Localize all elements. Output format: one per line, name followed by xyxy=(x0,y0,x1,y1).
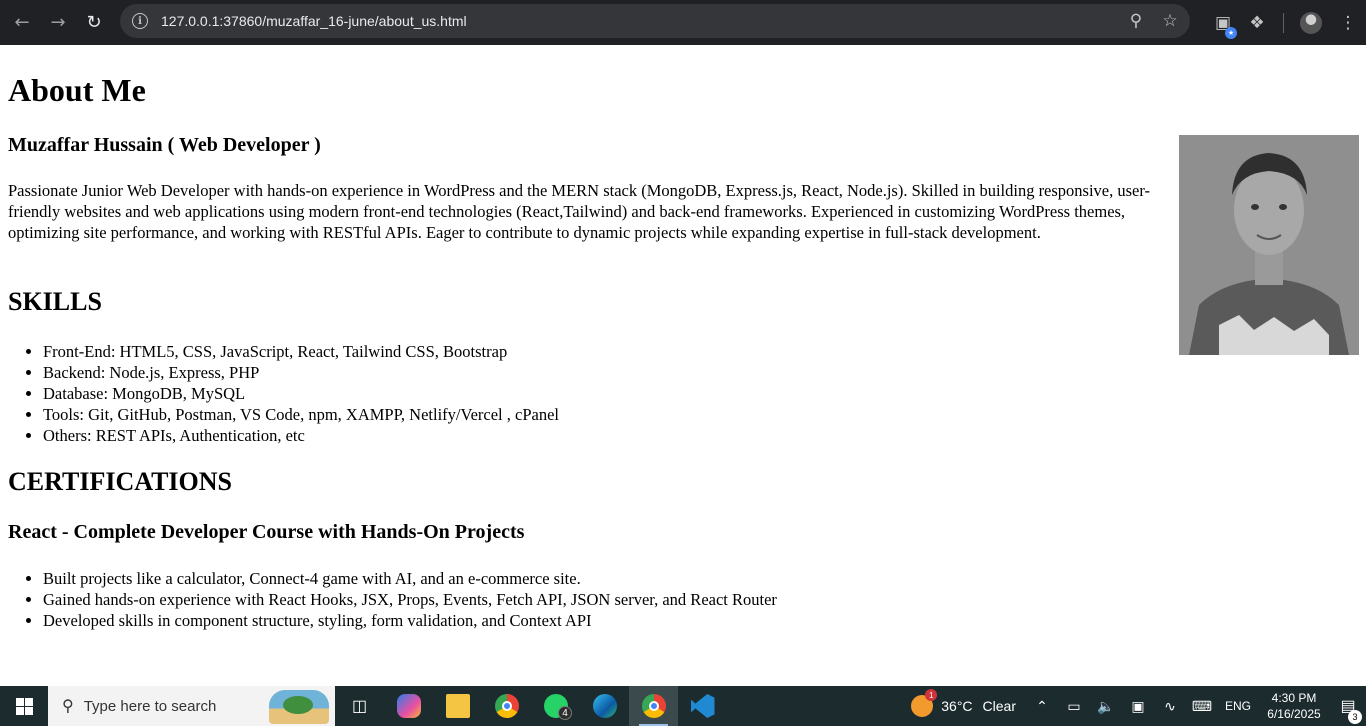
list-item: Developed skills in component structure,… xyxy=(43,610,777,631)
whatsapp-button[interactable]: 4 xyxy=(531,686,580,726)
chrome-button[interactable] xyxy=(482,686,531,726)
weather-condition: Clear xyxy=(982,698,1016,714)
weather-temp: 36°C xyxy=(941,698,973,714)
list-item: Gained hands-on experience with React Ho… xyxy=(43,589,777,610)
copilot-icon xyxy=(396,694,421,718)
reload-icon[interactable]: ↻ xyxy=(76,5,112,41)
address-bar[interactable]: i 127.0.0.1:37860/muzaffar_16-june/about… xyxy=(120,4,1190,38)
list-item: Tools: Git, GitHub, Postman, VS Code, np… xyxy=(43,404,559,425)
notification-center-button[interactable]: ▤ 3 xyxy=(1330,696,1366,724)
whatsapp-badge: 4 xyxy=(558,706,572,720)
name-heading: Muzaffar Hussain ( Web Developer ) xyxy=(8,134,321,156)
list-item: Database: MongoDB, MySQL xyxy=(43,383,559,404)
list-item: Front-End: HTML5, CSS, JavaScript, React… xyxy=(43,341,559,362)
vscode-icon xyxy=(690,694,715,718)
windows-logo-icon xyxy=(15,697,33,715)
task-view-icon: ◫ xyxy=(351,698,368,715)
folder-icon xyxy=(445,694,470,718)
wifi-icon[interactable]: ∿ xyxy=(1154,698,1186,715)
search-highlight-image xyxy=(269,690,329,724)
toolbar-divider xyxy=(1283,12,1284,33)
clock-time: 4:30 PM xyxy=(1271,691,1317,705)
profile-photo-svg xyxy=(1179,135,1359,355)
speaker-icon[interactable]: 🔈 xyxy=(1090,698,1122,715)
meet-now-icon[interactable]: ▣ xyxy=(1122,698,1154,715)
task-view-button[interactable]: ◫ xyxy=(335,686,384,726)
arrow-left-icon[interactable]: ← xyxy=(4,5,40,41)
notification-badge: 3 xyxy=(1348,710,1362,724)
star-icon[interactable]: ☆ xyxy=(1160,11,1180,31)
edge-button[interactable] xyxy=(580,686,629,726)
tab-search-icon[interactable]: ▣ ★ xyxy=(1215,13,1237,39)
zoom-icon[interactable]: ⚲ xyxy=(1126,11,1146,31)
taskbar-search[interactable]: ⚲ Type here to search xyxy=(48,686,335,726)
edge-icon xyxy=(592,694,617,718)
start-button[interactable] xyxy=(0,686,48,726)
clock[interactable]: 4:30 PM 6/16/2025 xyxy=(1258,690,1330,722)
star-badge-icon: ★ xyxy=(1225,26,1237,39)
chrome-active-button[interactable] xyxy=(629,686,678,726)
profile-photo xyxy=(1179,135,1359,355)
weather-badge: 1 xyxy=(925,689,938,701)
system-tray: 1 36°C Clear ⌃ ▭ 🔈 ▣ ∿ ⌨ ENG 4:30 PM 6/1… xyxy=(911,686,1366,726)
list-item: Others: REST APIs, Authentication, etc xyxy=(43,425,559,446)
list-item: Built projects like a calculator, Connec… xyxy=(43,568,777,589)
certifications-heading: CERTIFICATIONS xyxy=(8,467,232,496)
search-icon: ⚲ xyxy=(62,698,74,715)
search-placeholder: Type here to search xyxy=(83,697,217,715)
clock-date: 6/16/2025 xyxy=(1267,707,1321,721)
taskbar: ⚲ Type here to search ◫ 4 1 36°C Clear ⌃… xyxy=(0,686,1366,726)
course-heading: React - Complete Developer Course with H… xyxy=(8,521,525,543)
vscode-button[interactable] xyxy=(678,686,727,726)
chrome-profile-icon xyxy=(641,694,666,718)
chevron-up-icon[interactable]: ⌃ xyxy=(1026,698,1058,715)
keyboard-icon[interactable]: ⌨ xyxy=(1186,698,1218,715)
url-text[interactable]: 127.0.0.1:37860/muzaffar_16-june/about_u… xyxy=(161,13,467,29)
arrow-right-icon[interactable]: → xyxy=(40,5,76,41)
weather-widget[interactable]: 1 36°C Clear xyxy=(911,689,1016,717)
chrome-icon xyxy=(494,694,519,718)
file-explorer-button[interactable] xyxy=(433,686,482,726)
page-title: About Me xyxy=(8,72,146,108)
bio-paragraph: Passionate Junior Web Developer with han… xyxy=(8,181,1151,242)
puzzle-icon[interactable]: ❖ xyxy=(1247,13,1267,33)
sun-icon: 1 xyxy=(911,689,938,717)
skills-heading: SKILLS xyxy=(8,287,102,316)
language-indicator[interactable]: ENG xyxy=(1218,699,1258,713)
copilot-button[interactable] xyxy=(384,686,433,726)
list-item: Backend: Node.js, Express, PHP xyxy=(43,362,559,383)
profile-avatar[interactable] xyxy=(1300,11,1322,34)
site-info-icon[interactable]: i xyxy=(132,13,148,29)
skills-list: Front-End: HTML5, CSS, JavaScript, React… xyxy=(43,341,559,446)
page-content: About Me Muzaffar Hussain ( Web Develope… xyxy=(0,45,1366,686)
course-points-list: Built projects like a calculator, Connec… xyxy=(43,568,777,631)
kebab-menu-icon[interactable]: ⋮ xyxy=(1338,13,1358,33)
battery-icon[interactable]: ▭ xyxy=(1058,698,1090,715)
browser-toolbar: ← → ↻ i 127.0.0.1:37860/muzaffar_16-june… xyxy=(0,0,1366,45)
